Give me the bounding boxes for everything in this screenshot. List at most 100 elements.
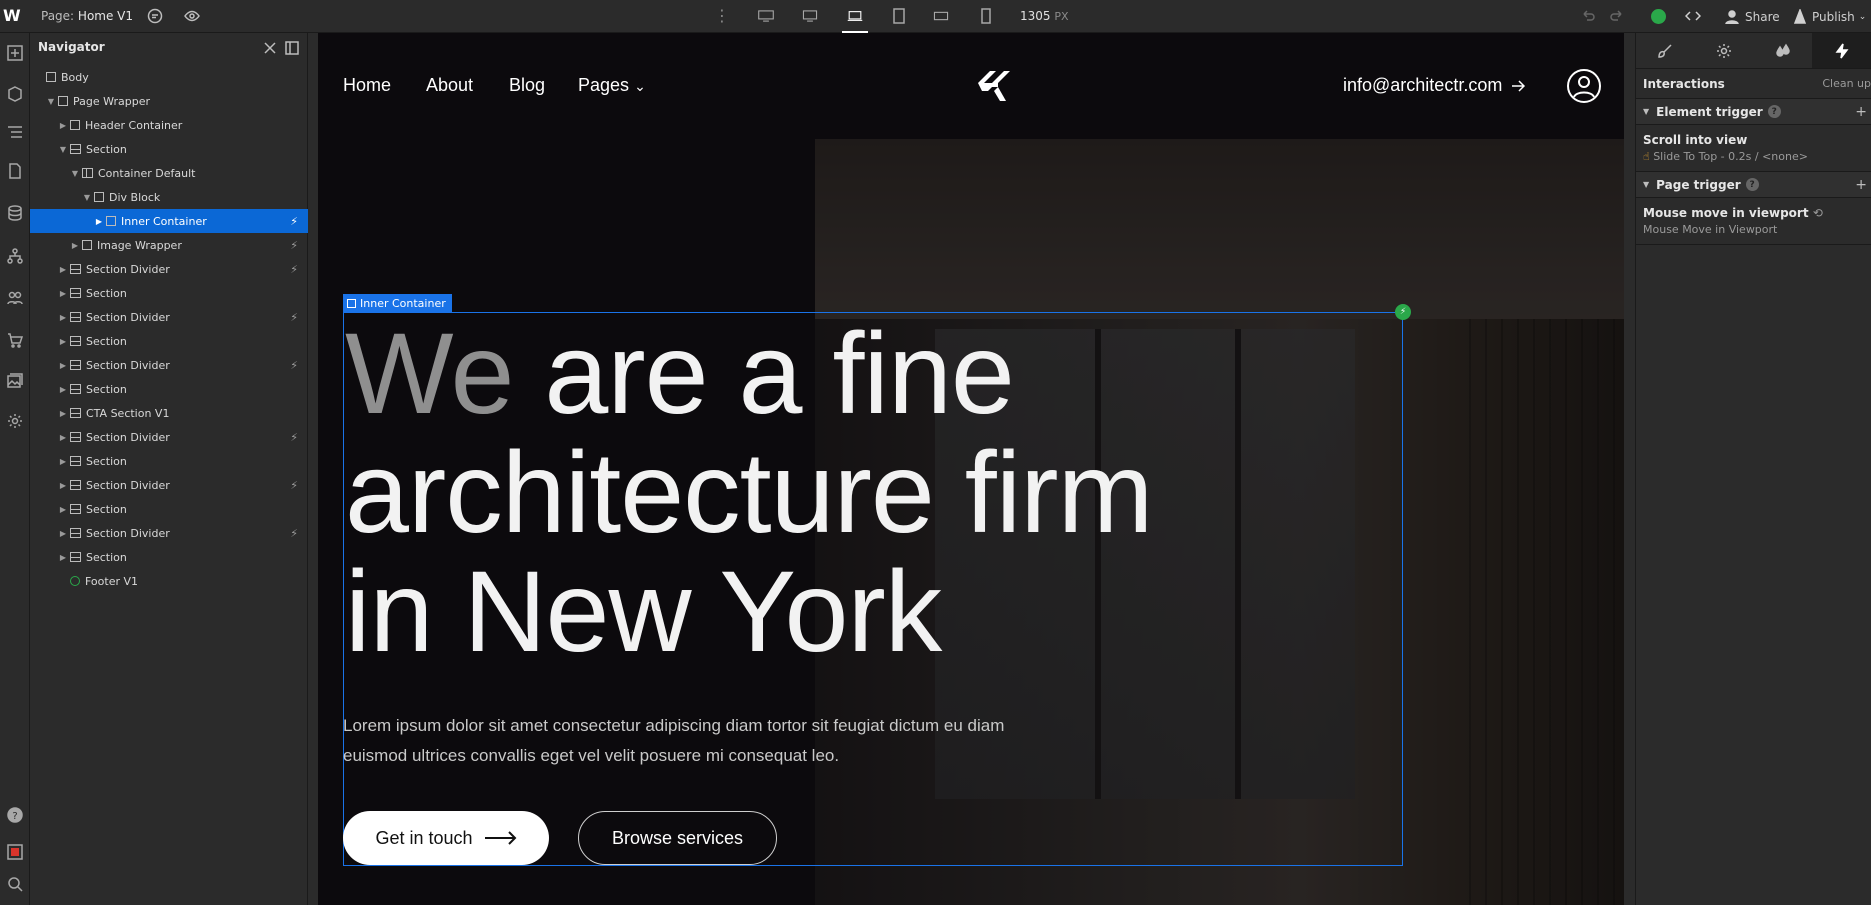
caret-right-icon[interactable]: ▶ bbox=[58, 265, 68, 274]
breakpoint-1920-icon[interactable] bbox=[755, 6, 777, 26]
caret-right-icon[interactable]: ▶ bbox=[58, 385, 68, 394]
assets-icon[interactable] bbox=[5, 371, 25, 391]
add-elements-icon[interactable] bbox=[5, 43, 25, 63]
site-email-link[interactable]: info@architectr.com bbox=[1343, 75, 1526, 96]
page-selector[interactable]: Page: Home V1 bbox=[41, 9, 133, 23]
caret-right-icon[interactable]: ▶ bbox=[58, 529, 68, 538]
navigator-item[interactable]: Footer V1 bbox=[30, 569, 308, 593]
caret-right-icon[interactable]: ▶ bbox=[58, 457, 68, 466]
navigator-item[interactable]: ▶ Inner Container ⚡ bbox=[30, 209, 308, 233]
navigator-item[interactable]: ▶ Section Divider ⚡ bbox=[30, 425, 308, 449]
navigator-item[interactable]: ▶ Section bbox=[30, 377, 308, 401]
page-trigger-item[interactable]: Mouse move in viewport ⟲ Mouse Move in V… bbox=[1636, 198, 1871, 245]
navigator-item[interactable]: ▼ Page Wrapper bbox=[30, 89, 308, 113]
navigator-item[interactable]: Body bbox=[30, 65, 308, 89]
caret-right-icon[interactable]: ▶ bbox=[58, 505, 68, 514]
add-page-trigger-icon[interactable]: + bbox=[1855, 177, 1867, 193]
caret-down-icon[interactable]: ▼ bbox=[58, 145, 68, 154]
search-icon[interactable] bbox=[5, 874, 25, 894]
caret-right-icon[interactable]: ▶ bbox=[58, 409, 68, 418]
page-trigger-header[interactable]: ▼ Page trigger? + bbox=[1636, 172, 1871, 198]
style-brush-icon[interactable] bbox=[1636, 33, 1695, 68]
undo-icon[interactable] bbox=[1580, 8, 1596, 24]
navigator-icon[interactable] bbox=[5, 122, 25, 142]
settings-gear-icon[interactable] bbox=[5, 411, 25, 431]
caret-right-icon[interactable]: ▶ bbox=[58, 481, 68, 490]
navigator-item[interactable]: ▶ Section bbox=[30, 545, 308, 569]
navigator-item[interactable]: ▶ Section bbox=[30, 281, 308, 305]
user-account-icon[interactable] bbox=[1567, 69, 1601, 103]
site-nav-about[interactable]: About bbox=[426, 75, 473, 96]
logic-icon[interactable] bbox=[5, 246, 25, 266]
help-icon[interactable]: ? bbox=[1745, 178, 1759, 191]
navigator-item[interactable]: ▶ Section Divider ⚡ bbox=[30, 473, 308, 497]
cms-icon[interactable] bbox=[5, 203, 25, 223]
get-in-touch-button[interactable]: Get in touch bbox=[343, 811, 549, 865]
navigator-item[interactable]: ▶ Section bbox=[30, 497, 308, 521]
add-element-trigger-icon[interactable]: + bbox=[1855, 104, 1867, 120]
preview-eye-icon[interactable] bbox=[184, 8, 200, 24]
caret-right-icon[interactable]: ▶ bbox=[58, 337, 68, 346]
navigator-item[interactable]: ▶ CTA Section V1 bbox=[30, 401, 308, 425]
navigator-item[interactable]: ▼ Div Block bbox=[30, 185, 308, 209]
navigator-item[interactable]: ▶ Section bbox=[30, 449, 308, 473]
dock-panel-icon[interactable] bbox=[284, 40, 300, 56]
navigator-item[interactable]: ▶ Section bbox=[30, 329, 308, 353]
caret-right-icon[interactable]: ▶ bbox=[58, 361, 68, 370]
navigator-item[interactable]: ▼ Container Default bbox=[30, 161, 308, 185]
more-options-icon[interactable]: ⋮ bbox=[714, 6, 730, 25]
navigator-item[interactable]: ▶ Image Wrapper ⚡ bbox=[30, 233, 308, 257]
site-status-check-icon[interactable] bbox=[1651, 9, 1666, 24]
design-canvas[interactable]: Home About Blog Pages ⌄ info@architectr.… bbox=[318, 33, 1624, 905]
caret-down-icon[interactable]: ▼ bbox=[82, 193, 92, 202]
help-icon[interactable]: ? bbox=[5, 805, 25, 825]
caret-right-icon[interactable]: ▶ bbox=[70, 241, 80, 250]
caret-down-icon[interactable]: ▼ bbox=[46, 97, 56, 106]
caret-right-icon[interactable]: ▶ bbox=[58, 121, 68, 130]
site-nav-blog[interactable]: Blog bbox=[509, 75, 545, 96]
breakpoint-portrait-icon[interactable] bbox=[975, 6, 997, 26]
interactions-bolt-icon[interactable] bbox=[1812, 33, 1871, 68]
navigator-item[interactable]: ▼ Section bbox=[30, 137, 308, 161]
element-settings-gear-icon[interactable] bbox=[1695, 33, 1754, 68]
breakpoint-1440-icon[interactable] bbox=[799, 6, 821, 26]
pages-icon[interactable] bbox=[5, 161, 25, 181]
style-manager-drops-icon[interactable] bbox=[1754, 33, 1813, 68]
ecommerce-cart-icon[interactable] bbox=[5, 330, 25, 350]
redo-icon[interactable] bbox=[1609, 8, 1625, 24]
element-trigger-item[interactable]: Scroll into view ☝ Slide To Top - 0.2s /… bbox=[1636, 125, 1871, 172]
site-nav-pages[interactable]: Pages ⌄ bbox=[578, 75, 646, 96]
users-icon[interactable] bbox=[5, 288, 25, 308]
code-icon[interactable] bbox=[1685, 8, 1701, 24]
browse-services-button[interactable]: Browse services bbox=[578, 811, 777, 865]
caret-right-icon[interactable]: ▶ bbox=[58, 433, 68, 442]
navigator-item[interactable]: ▶ Section Divider ⚡ bbox=[30, 257, 308, 281]
help-icon[interactable]: ? bbox=[1767, 105, 1781, 118]
element-trigger-header[interactable]: ▼ Element trigger? + bbox=[1636, 99, 1871, 125]
clean-up-button[interactable]: Clean up bbox=[1822, 77, 1871, 90]
interaction-bolt-icon[interactable]: ⚡ bbox=[1395, 304, 1411, 320]
caret-right-icon[interactable]: ▶ bbox=[58, 289, 68, 298]
record-icon[interactable] bbox=[5, 842, 25, 862]
breakpoint-desktop-icon[interactable] bbox=[844, 6, 866, 26]
components-icon[interactable] bbox=[5, 84, 25, 104]
caret-right-icon[interactable]: ▶ bbox=[58, 553, 68, 562]
share-button[interactable]: Share bbox=[1724, 9, 1780, 25]
breakpoint-landscape-icon[interactable] bbox=[930, 6, 952, 26]
breakpoint-tablet-icon[interactable] bbox=[888, 6, 910, 26]
navigator-item[interactable]: ▶ Section Divider ⚡ bbox=[30, 521, 308, 545]
navigator-item[interactable]: ▶ Section Divider ⚡ bbox=[30, 305, 308, 329]
navigator-item[interactable]: ▶ Section Divider ⚡ bbox=[30, 353, 308, 377]
site-nav-home[interactable]: Home bbox=[343, 75, 391, 96]
webflow-logo[interactable]: W bbox=[3, 6, 23, 26]
publish-button[interactable]: Publish ⌄ bbox=[1792, 9, 1866, 25]
close-icon[interactable] bbox=[262, 40, 278, 56]
canvas-width-readout[interactable]: 1305 PX bbox=[1020, 9, 1069, 23]
caret-down-icon[interactable]: ▼ bbox=[70, 169, 80, 178]
site-logo-icon[interactable] bbox=[976, 69, 1012, 103]
caret-right-icon[interactable]: ▶ bbox=[58, 313, 68, 322]
caret-right-icon[interactable]: ▶ bbox=[94, 217, 104, 226]
canvas-scrollbar[interactable] bbox=[1624, 33, 1635, 905]
comment-icon[interactable] bbox=[147, 8, 163, 24]
navigator-item[interactable]: ▶ Header Container bbox=[30, 113, 308, 137]
